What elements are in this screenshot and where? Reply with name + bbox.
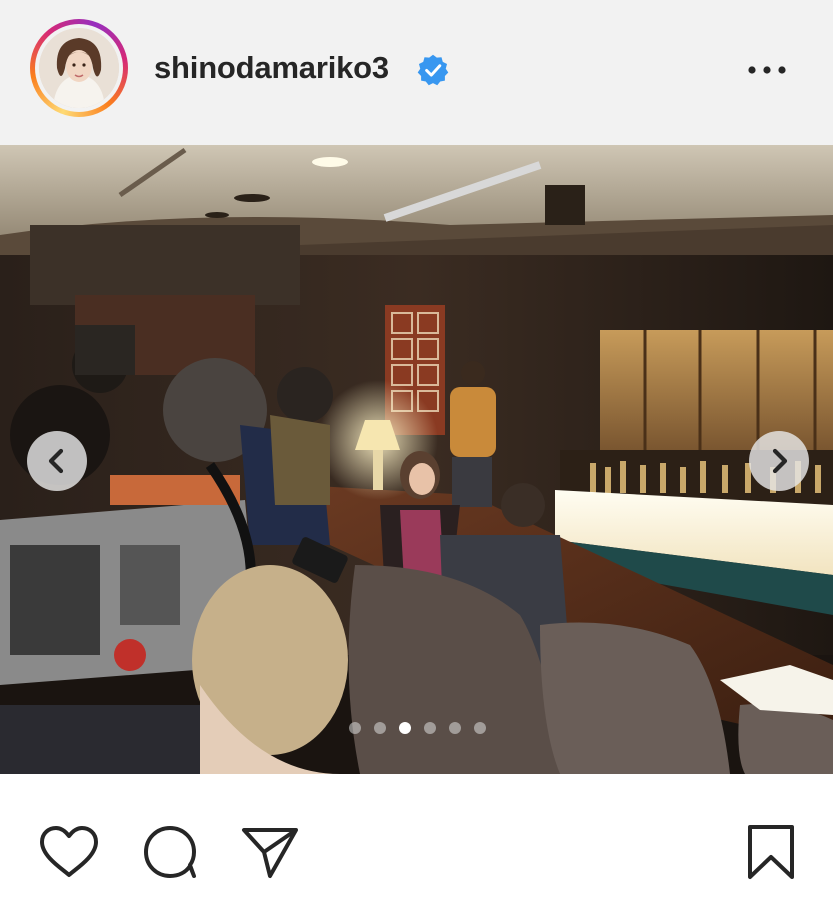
heart-icon[interactable] [38,824,100,880]
carousel-next-button[interactable] [749,431,809,491]
bar-scene-photo [0,145,833,774]
bookmark-icon[interactable] [745,822,797,882]
username[interactable]: shinodamariko3 [154,50,389,86]
carousel-dot [474,722,486,734]
avatar-image [39,28,119,108]
carousel-dot [374,722,386,734]
post-header: shinodamariko3 [0,0,833,145]
story-ring[interactable] [30,19,128,117]
post-image[interactable] [0,145,833,774]
verified-badge-icon [417,54,449,86]
carousel-dot [424,722,436,734]
avatar[interactable] [39,28,119,108]
post-action-bar [0,774,833,897]
paper-plane-icon[interactable] [240,822,300,882]
carousel-dot [349,722,361,734]
carousel-prev-button[interactable] [27,431,87,491]
chevron-left-icon [48,448,64,474]
comment-bubble-icon[interactable] [140,822,200,882]
chevron-right-icon [772,448,788,474]
carousel-dot-active [399,722,411,734]
carousel-dot [449,722,461,734]
more-horizontal-icon[interactable] [744,55,790,85]
carousel-indicator [347,720,497,736]
